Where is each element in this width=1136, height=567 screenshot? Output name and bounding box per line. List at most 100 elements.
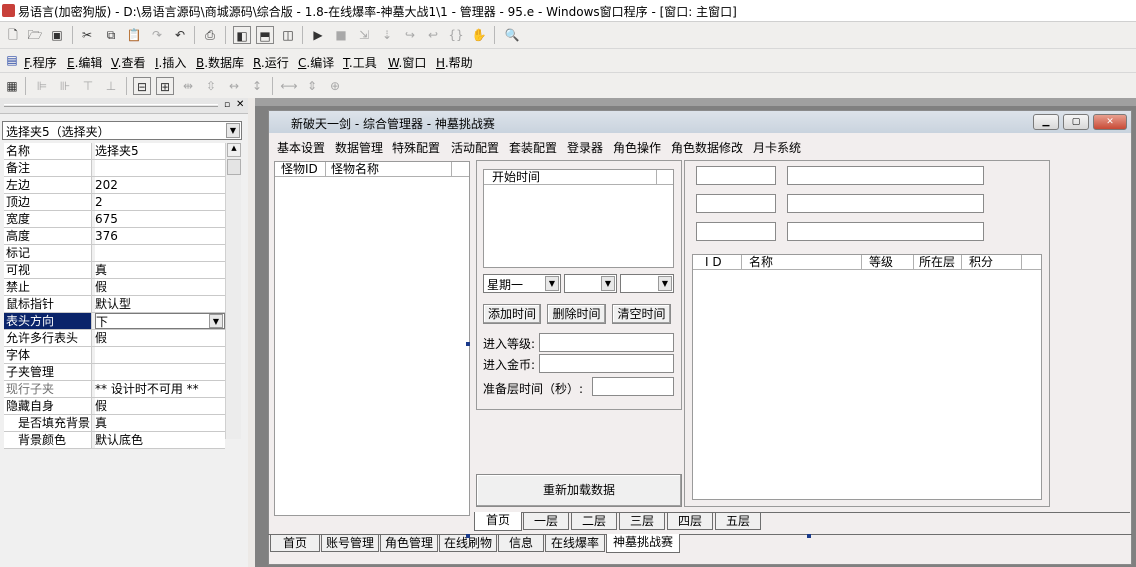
redo-icon[interactable]: ↷ (148, 26, 166, 44)
property-row[interactable]: 备注 (4, 160, 225, 177)
menu-compile[interactable]: C.编译 (298, 54, 334, 71)
property-value[interactable]: 下 ▼ (95, 313, 225, 329)
column-level[interactable]: 等级 (869, 255, 893, 270)
chevron-down-icon[interactable]: ▼ (545, 276, 559, 291)
form-menu-basic[interactable]: 基本设置 (277, 139, 325, 156)
cut-icon[interactable]: ✂ (78, 26, 96, 44)
panel-close-icon[interactable]: ✕ (236, 99, 244, 110)
align-bottom-icon[interactable]: ⊥ (102, 77, 120, 95)
floor-tab-1[interactable]: 一层 (523, 513, 569, 530)
time-list[interactable]: 开始时间 (483, 169, 674, 268)
prep-time-input[interactable] (592, 377, 674, 396)
property-row[interactable]: 允许多行表头假 (4, 330, 225, 347)
same-width-icon[interactable]: ↔ (225, 77, 243, 95)
step-out-icon[interactable]: ↩ (424, 26, 442, 44)
clear-time-button[interactable]: 清空时间 (612, 304, 671, 324)
property-value[interactable]: 假 (95, 279, 225, 295)
run-icon[interactable]: ▶ (309, 26, 327, 44)
info-box-3b[interactable] (787, 222, 984, 241)
form-menu-role-data[interactable]: 角色数据修改 (671, 139, 743, 156)
main-tab-info[interactable]: 信息 (498, 535, 544, 552)
menu-insert[interactable]: I.插入 (155, 54, 186, 71)
property-value[interactable]: 默认型 (95, 296, 225, 312)
column-id[interactable]: I D (705, 255, 722, 270)
find-icon[interactable]: 🔍 (503, 26, 521, 44)
floor-tab-home[interactable]: 首页 (474, 512, 522, 531)
rank-table[interactable]: I D 名称 等级 所在层 积分 (692, 254, 1042, 500)
menu-program[interactable]: F.程序 (24, 54, 57, 71)
property-row[interactable]: 隐藏自身假 (4, 398, 225, 415)
weekday-select[interactable]: 星期一 ▼ (483, 274, 561, 293)
menu-run[interactable]: R.运行 (253, 54, 289, 71)
property-row[interactable]: 现行子夹 ** 设计时不可用 ** (4, 381, 225, 398)
property-row[interactable]: 表头方向下 ▼ (4, 313, 225, 330)
object-selector[interactable]: 选择夹5（选择夹） ▼ (2, 121, 242, 140)
property-value[interactable]: 675 (95, 211, 225, 227)
form-menu-login[interactable]: 登录器 (567, 139, 603, 156)
property-value[interactable] (95, 364, 225, 380)
floor-tab-3[interactable]: 三层 (619, 513, 665, 530)
menu-view[interactable]: V.查看 (111, 54, 146, 71)
main-tab-drop-rate[interactable]: 在线爆率 (545, 535, 605, 552)
property-row[interactable]: 名称 选择夹5 (4, 143, 225, 160)
grid-icon[interactable]: ⊕ (326, 77, 344, 95)
form-menu-activity[interactable]: 活动配置 (451, 139, 499, 156)
menu-database[interactable]: B.数据库 (196, 54, 244, 71)
add-time-button[interactable]: 添加时间 (483, 304, 541, 324)
enter-gold-input[interactable] (539, 354, 674, 373)
copy-icon[interactable]: ⧉ (102, 26, 120, 44)
floor-tab-2[interactable]: 二层 (571, 513, 617, 530)
property-row[interactable]: 是否填充背景真 (4, 415, 225, 432)
fit-width-icon[interactable]: ⟷ (280, 77, 298, 95)
same-height-icon[interactable]: ↕ (248, 77, 266, 95)
close-button[interactable]: ✕ (1093, 114, 1127, 130)
column-score[interactable]: 积分 (969, 255, 993, 270)
form-menu-monthly[interactable]: 月卡系统 (753, 139, 801, 156)
property-row[interactable]: 子夹管理 (4, 364, 225, 381)
step-over-icon[interactable]: ↪ (401, 26, 419, 44)
property-row[interactable]: 高度 376 (4, 228, 225, 245)
property-value[interactable] (95, 245, 225, 261)
property-row[interactable]: 字体 (4, 347, 225, 364)
property-row[interactable]: 背景颜色 默认底色 (4, 432, 225, 449)
property-scrollbar[interactable]: ▲ (225, 143, 241, 439)
braces-icon[interactable]: {} (447, 26, 465, 44)
property-value[interactable]: 202 (95, 177, 225, 193)
property-row[interactable]: 左边 202 (4, 177, 225, 194)
delete-time-button[interactable]: 删除时间 (547, 304, 606, 324)
property-row[interactable]: 可视真 (4, 262, 225, 279)
center-vertical-icon[interactable]: ⊞ (156, 77, 174, 95)
space-vertical-icon[interactable]: ⇳ (202, 77, 220, 95)
main-tab-tomb-challenge[interactable]: 神墓挑战赛 (606, 534, 680, 553)
center-horizontal-icon[interactable]: ⊟ (133, 77, 151, 95)
layout-left-icon[interactable]: ◧ (233, 26, 251, 44)
step-icon[interactable]: ⇲ (355, 26, 373, 44)
space-horizontal-icon[interactable]: ⇹ (179, 77, 197, 95)
open-folder-icon[interactable]: 🗁 (26, 26, 44, 44)
layout-split-icon[interactable]: ◫ (279, 26, 297, 44)
panel-restore-icon[interactable]: ▫ (224, 100, 230, 110)
menu-tools[interactable]: T.工具 (343, 54, 377, 71)
form-icon[interactable]: ▦ (3, 77, 21, 95)
column-floor[interactable]: 所在层 (919, 255, 955, 270)
info-box-3a[interactable] (696, 222, 776, 241)
chevron-down-icon[interactable]: ▼ (658, 276, 672, 291)
hour-select[interactable]: ▼ (564, 274, 617, 293)
property-row[interactable]: 顶边 2 (4, 194, 225, 211)
property-value[interactable]: 假 (95, 398, 225, 414)
panel-grip[interactable] (4, 104, 218, 107)
form-menu-data[interactable]: 数据管理 (335, 139, 383, 156)
chevron-down-icon[interactable]: ▼ (209, 314, 223, 328)
info-box-2a[interactable] (696, 194, 776, 213)
fit-height-icon[interactable]: ⇕ (303, 77, 321, 95)
property-value[interactable]: 真 (95, 262, 225, 278)
selection-handle-left[interactable] (466, 342, 470, 346)
new-file-icon[interactable]: 🗋 (4, 26, 22, 44)
floor-tab-4[interactable]: 四层 (667, 513, 713, 530)
selection-handle-bottom-left[interactable] (466, 534, 470, 538)
property-value[interactable] (95, 347, 225, 363)
menu-window[interactable]: W.窗口 (388, 54, 426, 71)
undo-icon[interactable]: ↶ (171, 26, 189, 44)
app-menu-icon[interactable]: ▤ (3, 51, 21, 69)
property-value[interactable]: 默认底色 (95, 432, 225, 448)
